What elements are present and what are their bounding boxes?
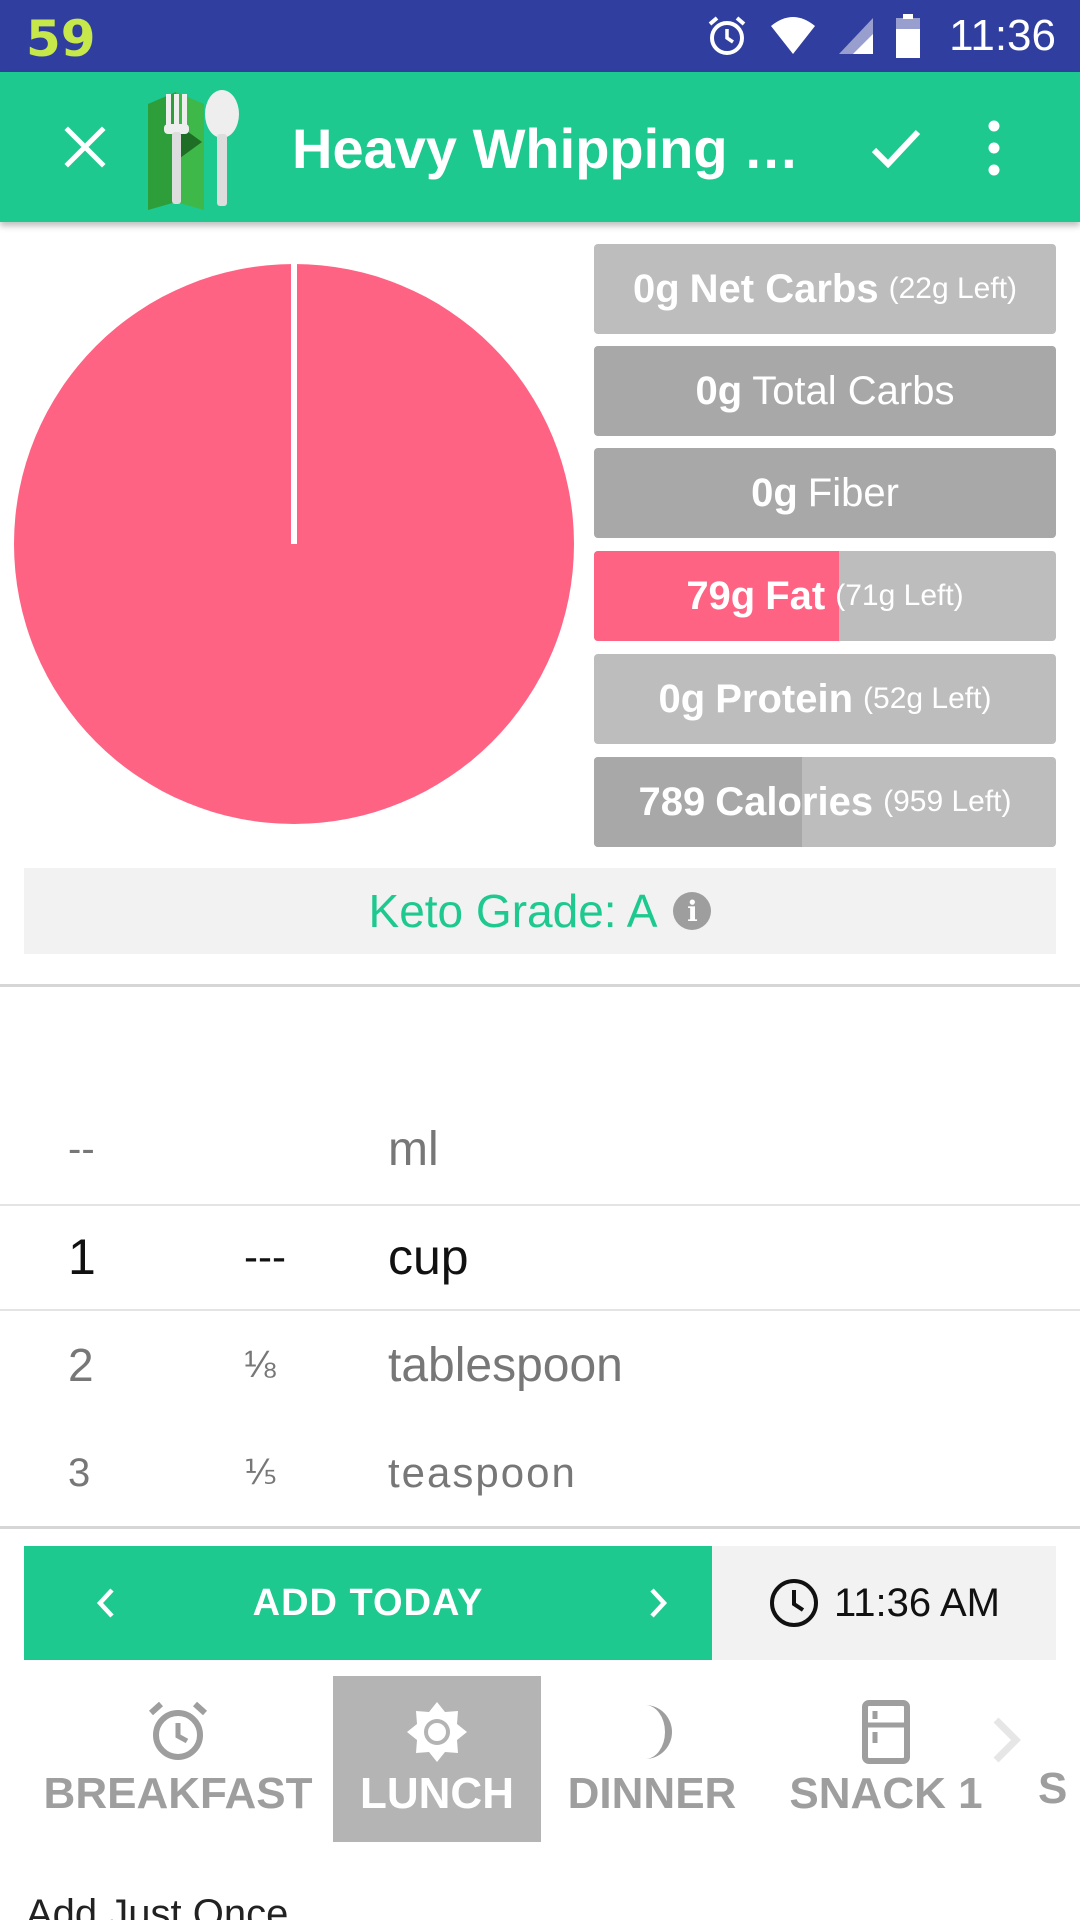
picker-whole[interactable]: 3 xyxy=(68,1420,90,1526)
tab-snack-1[interactable]: SNACK 1 xyxy=(786,1676,986,1842)
status-bar: 59 11:36 xyxy=(0,0,1080,72)
net-carbs-value: 0g xyxy=(632,266,680,311)
tab-breakfast[interactable]: BREAKFAST xyxy=(44,1676,312,1842)
net-carbs-left: (22g Left) xyxy=(888,272,1018,305)
section-divider xyxy=(0,984,1080,987)
wifi-icon xyxy=(771,17,816,54)
food-title: Heavy Whipping Cr... xyxy=(292,117,812,180)
total-carbs-label: Total Carbs xyxy=(752,368,955,413)
fat-value: 79g xyxy=(686,573,756,618)
tab-snack-1-label: SNACK 1 xyxy=(789,1769,983,1818)
top-toolbar: Heavy Whipping Cr... xyxy=(0,72,1080,222)
protein-left: (52g Left) xyxy=(863,682,992,715)
picker-row[interactable]: -- ml xyxy=(0,1096,1080,1202)
protein-label: Protein xyxy=(715,676,854,721)
keto-grade-label: Keto Grade: A xyxy=(368,885,658,937)
calories-value: 789 xyxy=(638,779,706,824)
total-carbs-value: 0g xyxy=(695,368,743,413)
time-picker-button[interactable]: 11:36 AM xyxy=(712,1546,1056,1660)
picker-unit[interactable]: teaspoon xyxy=(388,1420,577,1526)
alarm-icon xyxy=(708,16,746,55)
net-carbs-label: Net Carbs xyxy=(689,266,879,311)
tab-breakfast-label: BREAKFAST xyxy=(43,1769,313,1818)
tab-snack-2-label[interactable]: S xyxy=(1038,1764,1080,1824)
check-icon[interactable] xyxy=(868,120,924,176)
picker-unit[interactable]: cup xyxy=(388,1204,469,1310)
clock-icon xyxy=(769,1579,818,1627)
picker-row[interactable]: 3 ⅕ teaspoon xyxy=(0,1420,1080,1526)
picker-whole[interactable]: 1 xyxy=(68,1204,96,1310)
more-vert-icon[interactable] xyxy=(980,116,1008,180)
chevron-right-icon[interactable] xyxy=(634,1580,680,1626)
picker-row[interactable]: 2 ⅛ tablespoon xyxy=(0,1312,1080,1418)
keto-grade-panel[interactable]: Keto Grade: A i xyxy=(24,868,1056,954)
fat-bar: 79g Fat (71g Left) xyxy=(594,551,1056,641)
chevron-right-icon[interactable] xyxy=(980,1714,1032,1766)
macro-pie-chart xyxy=(14,264,574,824)
close-icon[interactable] xyxy=(60,122,110,172)
status-icons: 11:36 xyxy=(705,0,1056,72)
notification-number: 59 xyxy=(26,10,96,68)
alarm-clock-icon xyxy=(148,1701,208,1760)
calories-left: (959 Left) xyxy=(883,785,1012,818)
calories-label: Calories xyxy=(715,779,874,824)
fiber-bar: 0g Fiber xyxy=(594,448,1056,538)
fiber-label: Fiber xyxy=(807,470,899,515)
picker-fraction[interactable]: ⅕ xyxy=(244,1420,277,1526)
status-time: 11:36 xyxy=(949,11,1056,60)
battery-icon xyxy=(896,14,921,58)
picker-fraction[interactable]: --- xyxy=(244,1204,286,1310)
tab-lunch-label: LUNCH xyxy=(360,1769,514,1818)
protein-bar: 0g Protein (52g Left) xyxy=(594,654,1056,744)
tab-dinner-label: DINNER xyxy=(567,1769,737,1818)
picker-whole[interactable]: 2 xyxy=(68,1312,94,1418)
picker-row-selected[interactable]: 1 --- cup xyxy=(0,1204,1080,1310)
signal-icon xyxy=(839,18,874,54)
fork-spoon-logo-icon xyxy=(148,90,239,210)
picker-fraction[interactable]: ⅛ xyxy=(244,1312,276,1418)
fat-label: Fat xyxy=(765,573,826,618)
picker-whole[interactable]: -- xyxy=(68,1096,95,1202)
moon-icon xyxy=(645,1705,672,1759)
sun-icon xyxy=(407,1702,467,1762)
add-just-once-label[interactable]: Add Just Once xyxy=(26,1892,288,1920)
add-today-button[interactable]: ADD TODAY xyxy=(24,1546,712,1660)
picker-selection-line xyxy=(0,1309,1080,1311)
fiber-value: 0g xyxy=(751,470,798,515)
section-divider xyxy=(0,1526,1080,1529)
tab-dinner[interactable]: DINNER xyxy=(562,1676,742,1842)
calories-bar: 789 Calories (959 Left) xyxy=(594,757,1056,847)
total-carbs-bar: 0g Total Carbs xyxy=(594,346,1056,436)
net-carbs-bar: 0g Net Carbs (22g Left) xyxy=(594,244,1056,334)
picker-unit[interactable]: tablespoon xyxy=(388,1312,623,1418)
tab-lunch[interactable]: LUNCH xyxy=(333,1676,541,1842)
fat-left: (71g Left) xyxy=(835,579,964,612)
protein-value: 0g xyxy=(658,676,706,721)
fridge-icon xyxy=(862,1700,910,1764)
chevron-left-icon[interactable] xyxy=(84,1580,130,1626)
picker-unit[interactable]: ml xyxy=(388,1096,439,1202)
info-icon[interactable]: i xyxy=(673,892,712,930)
time-label: 11:36 AM xyxy=(833,1580,1001,1625)
